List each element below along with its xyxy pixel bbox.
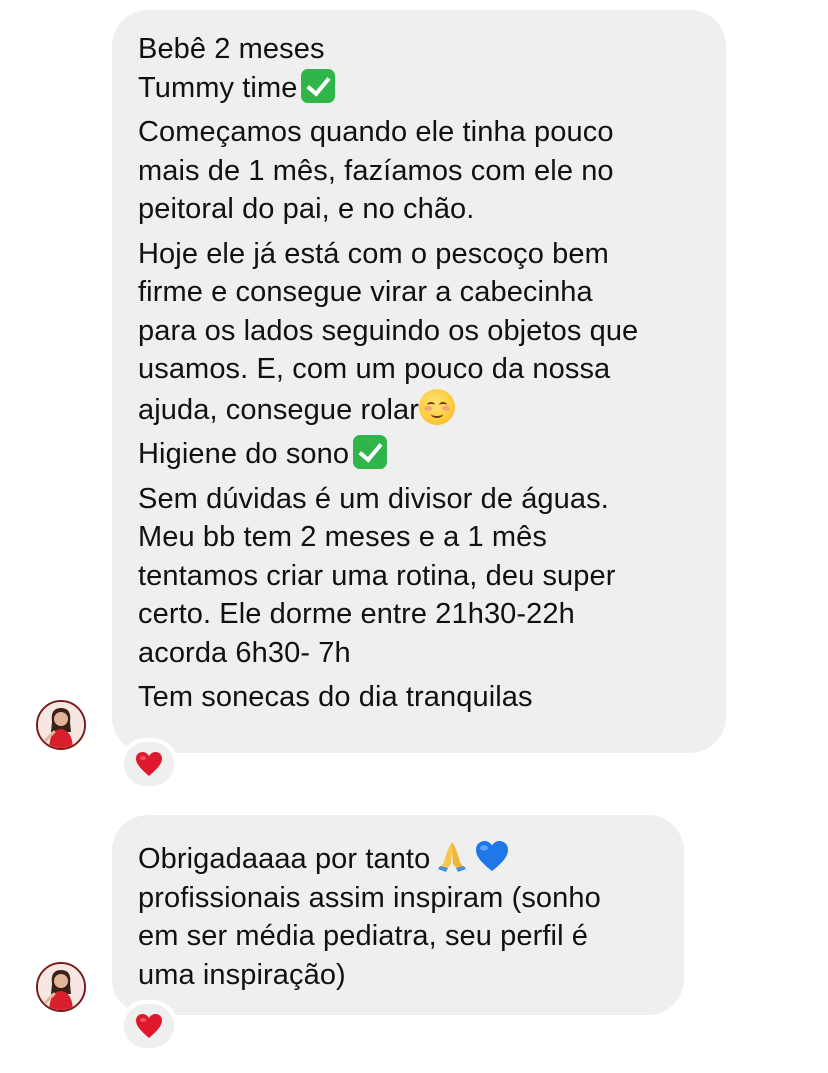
message-line: profissionais assim inspiram (sonho <box>138 881 601 914</box>
red-heart-icon <box>136 1014 162 1038</box>
message-bubble[interactable]: Obrigadaaaa por tanto profissionais assi… <box>112 815 684 1015</box>
message-bubble[interactable]: Bebê 2 meses Tummy time Começamos quando… <box>112 10 726 753</box>
message-line: Bebê 2 meses <box>138 33 325 65</box>
message-line: tentamos criar uma rotina, deu super <box>138 559 616 592</box>
check-mark-button-icon <box>353 435 388 469</box>
message-line: peitoral do pai, e no chão. <box>138 193 475 225</box>
message-line-with-emoji: Higiene do sono <box>138 435 706 474</box>
message-line: Sem dúvidas é um divisor de águas. <box>138 482 609 515</box>
sender-avatar[interactable] <box>36 962 86 1012</box>
message-thread: Bebê 2 meses Tummy time Começamos quando… <box>0 0 828 1073</box>
message-line: certo. Ele dorme entre 21h30-22h <box>138 598 575 630</box>
message-line: mais de 1 mês, fazíamos com ele no <box>138 154 614 187</box>
message-line: uma inspiração) <box>138 958 346 991</box>
blue-heart-icon <box>474 838 510 874</box>
avatar-image <box>38 702 84 748</box>
message-line: usamos. E, com um pouco da nossa <box>138 353 611 385</box>
message-line: para os lados seguindo os objetos que <box>138 314 639 347</box>
message-line: Hoje ele já está com o pescoço bem <box>138 237 609 270</box>
message-line-with-emoji: Obrigadaaaa por tanto <box>138 838 664 879</box>
heart-reaction[interactable] <box>120 1000 178 1052</box>
message-line: firme e consegue virar a cabecinha <box>138 276 593 308</box>
avatar-image <box>38 964 84 1010</box>
message-line: acorda 6h30- 7h <box>138 636 351 669</box>
heart-reaction[interactable] <box>120 738 178 790</box>
message-line: Meu bb tem 2 meses e a 1 mês <box>138 521 547 553</box>
smiling-face-icon <box>419 388 456 425</box>
message-line: Tem sonecas do dia tranquilas <box>138 681 533 713</box>
folded-hands-icon <box>434 838 470 874</box>
message-line: em ser média pediatra, seu perfil é <box>138 920 588 952</box>
message-line: Começamos quando ele tinha pouco <box>138 116 614 148</box>
message-line-with-emoji: ajuda, consegue rolar <box>138 388 706 430</box>
check-mark-button-icon <box>301 68 336 103</box>
red-heart-icon <box>136 752 162 776</box>
message-line-with-emoji: Tummy time <box>138 68 706 108</box>
sender-avatar[interactable] <box>36 700 86 750</box>
